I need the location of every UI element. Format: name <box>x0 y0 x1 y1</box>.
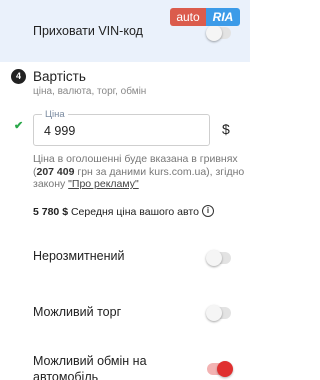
autoria-logo: auto RIA <box>170 8 240 26</box>
not-cleared-toggle[interactable] <box>206 250 231 266</box>
advertising-law-link[interactable]: "Про рекламу" <box>68 178 139 190</box>
average-price-label: Середня ціна вашого авто <box>68 206 199 218</box>
toggle-knob <box>206 305 222 321</box>
hide-vin-label: Приховати VIN-код <box>33 24 143 38</box>
section-title: Вартість <box>33 69 86 84</box>
hide-vin-toggle[interactable] <box>206 25 231 41</box>
toggle-knob <box>217 361 233 377</box>
info-icon[interactable]: i <box>202 205 214 217</box>
toggle-knob <box>206 25 222 41</box>
bargain-label: Можливий торг <box>33 305 122 319</box>
section-subtitle: ціна, валюта, торг, обмін <box>33 86 147 97</box>
uah-amount: 207 409 <box>36 165 75 178</box>
exchange-label: Можливий обмін на автомобіль <box>33 354 147 380</box>
currency-selector[interactable]: $ <box>222 121 230 137</box>
price-field-label: Ціна <box>42 109 68 120</box>
step-number-badge: 4 <box>11 69 26 84</box>
price-input-value: 4 999 <box>44 124 76 138</box>
toggle-knob <box>206 250 222 266</box>
logo-ria-text: RIA <box>206 8 240 26</box>
price-conversion-note: Ціна в оголошенні буде вказана в гривнях… <box>33 153 245 190</box>
check-icon: ✔ <box>14 120 24 132</box>
not-cleared-label: Нерозмитнений <box>33 249 125 263</box>
logo-auto-text: auto <box>170 8 206 26</box>
average-price: 5 780 $ Середня ціна вашого авто <box>33 206 199 218</box>
average-price-value: 5 780 $ <box>33 206 69 218</box>
bargain-toggle[interactable] <box>206 305 231 321</box>
exchange-toggle[interactable] <box>207 361 233 377</box>
